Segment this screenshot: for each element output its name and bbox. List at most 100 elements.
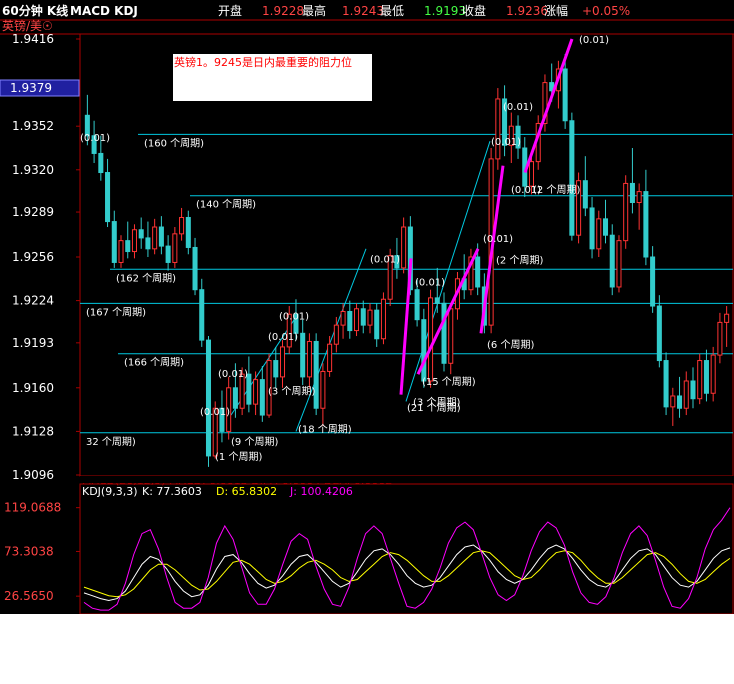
candle-body [232,387,238,409]
candle-body [105,172,111,223]
point-label: (0.01) [200,407,230,418]
candle-body [185,216,191,248]
high-label: 最高 [302,3,326,18]
candle-body [327,343,333,372]
period-label: (18 个周期) [298,424,352,436]
candle-body [131,229,137,253]
chart-svg[interactable]: 60分钟 K线 MACD KDJ 开盘 1.9228 最高 1.9243 最低 … [0,0,734,614]
candle-body [414,289,420,321]
period-label: (2 个周期) [496,255,543,267]
high-value: 1.9243 [342,4,384,18]
candle-body [259,379,265,416]
candle-body [528,161,535,187]
point-label: (0.01) [268,332,298,343]
price-tick-label: 1.9128 [12,424,54,438]
kdj-lines [83,507,731,611]
candle-body [562,68,568,122]
period-label: (15 个周期) [422,376,476,388]
point-label: (0.01) [491,137,521,148]
candle-body [118,240,124,263]
kdj-tick-label: 119.0688 [4,501,61,515]
period-label: (9 个周期) [231,436,278,448]
kdj-tick-label: 73.3038 [4,544,54,558]
candle-body [710,354,716,394]
period-label: (3 个周期) [268,386,315,398]
candle-body [650,256,656,307]
kdj-series-d [83,550,731,598]
chart-title: 60分钟 K线 [2,3,68,18]
candle-body [192,246,198,291]
point-label: (0.01) [218,369,248,380]
candle-body [333,324,339,345]
period-label: (1 个周期) [215,451,262,463]
period-label: (2 个周期) [533,184,580,196]
point-label: (0.01) [415,278,445,289]
candle-body [656,305,662,362]
price-tick-label: 1.9224 [12,294,54,308]
price-tick-label: 1.9289 [12,205,54,219]
candle-body [636,191,642,204]
price-y-axis: 1.9416 1.9379 1.9352 1.9320 1.9289 1.9256 1.92… [12,32,80,482]
candle-body [609,234,615,288]
point-label: (0.01) [483,234,513,245]
macd-mask [80,476,734,483]
candle-body [475,256,481,288]
close-label: 收盘 [462,3,486,18]
open-value: 1.9228 [262,4,304,18]
candle-body [125,240,131,253]
candle-body [602,218,609,236]
candle-body [690,380,696,400]
candle-body [145,237,151,250]
cycle-line-label: (166 个周期) [124,357,184,369]
candle-body [428,297,434,382]
candle-body [300,332,306,378]
candle-body [98,152,104,174]
trend-segment [399,258,413,395]
price-tick-label: 1.9320 [12,163,54,177]
price-tick-label: 1.9416 [12,32,54,46]
cycle-line-label: (160 个周期) [144,137,204,149]
candle-body [360,308,366,326]
candle-body [179,216,185,235]
candle-body [340,311,346,326]
price-tick-label: 1.9096 [12,468,54,482]
candle-body [273,360,279,378]
instrument-name: 英镑/美☉ [2,18,53,33]
trend-segment [416,248,480,375]
low-value: 1.9193 [424,4,466,18]
point-label: (0.01) [503,102,533,113]
period-label: (6 个周期) [487,339,534,351]
candle-body [677,395,683,409]
kdj-d-value: D: 65.8302 [216,485,277,498]
kdj-j-value: J: 100.4206 [289,485,353,498]
candle-body [306,340,312,378]
cycle-line-label: 32 个周期) [86,436,136,448]
current-price-text: 1.9379 [10,81,52,95]
candle-body [347,311,353,332]
indicator-label: MACD KDJ [70,4,138,18]
candle-body [165,245,171,263]
kdj-title: KDJ(9,3,3) [82,485,138,498]
candle-body [569,120,575,236]
candle-body [623,182,629,242]
candle-body [111,221,117,263]
candle-body [205,339,212,457]
kdj-y-axis: 119.0688 73.3038 26.5650 [4,501,80,603]
low-label: 最低 [380,4,404,18]
kdj-series-j [83,507,731,611]
candle-body [596,218,602,250]
candle-body [697,360,703,400]
cycle-lines: (160 个周期) (140 个周期) (162 个周期) (167 个周期) (166… [80,133,733,448]
candle-body [320,370,326,409]
candle-body [582,180,588,209]
candle-body [253,379,259,405]
kdj-tick-label: 26.5650 [4,589,54,603]
point-label: (0.01) [370,254,400,265]
close-value: 1.9236 [506,4,548,18]
candle-body [401,226,407,269]
candle-body [367,309,373,326]
candle-body [670,395,676,408]
candle-body [199,289,205,341]
point-label: (0.01) [279,312,309,323]
candle-body [629,182,635,204]
